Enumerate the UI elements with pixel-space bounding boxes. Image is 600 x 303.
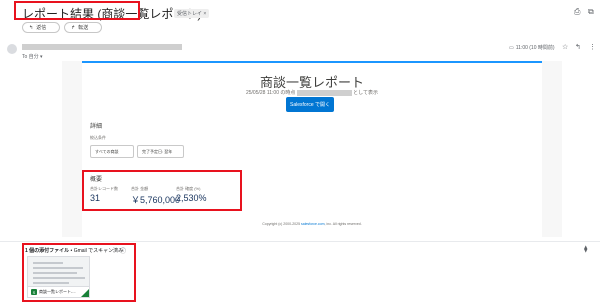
forward-button-label: 転送	[78, 25, 89, 31]
timestamp-text: 11:00 (10 時間前)	[515, 45, 555, 51]
open-in-salesforce-button[interactable]: Salesforce で開く	[286, 97, 334, 112]
filter-chip-all-opportunities: すべての商談	[90, 145, 134, 158]
salesforce-link[interactable]: salesforce.com	[301, 222, 325, 226]
copyright-prefix: Copyright (c) 2000-2025	[262, 222, 301, 226]
reply-icon[interactable]: ↰	[575, 43, 581, 51]
recipient-line[interactable]: To 自分 ▾	[22, 53, 43, 60]
sender-name-redacted	[22, 44, 182, 50]
report-line-prefix: 25/05/28 11:00 の時点	[245, 90, 296, 96]
attachments-divider	[0, 241, 600, 242]
copyright-suffix: , inc. All rights reserved.	[324, 222, 362, 226]
print-icon[interactable]: ⎙	[574, 7, 580, 17]
email-body-gutter-left	[62, 61, 82, 237]
more-icon[interactable]: ⋮	[589, 43, 596, 51]
report-line-suffix: として表示	[353, 90, 379, 96]
redacted-user	[296, 89, 352, 96]
add-to-drive-icon[interactable]: ⧫	[584, 245, 587, 253]
open-in-new-icon[interactable]: ⧉	[588, 7, 594, 17]
star-icon[interactable]: ☆	[562, 43, 568, 51]
annotation-box-attachment	[22, 243, 136, 302]
filter-chip-close-date: 完了予定日: 翌年	[137, 145, 184, 158]
copyright-line: Copyright (c) 2000-2025 salesforce.com, …	[82, 222, 542, 226]
reply-arrow-icon: ↰	[29, 24, 34, 31]
forward-button[interactable]: ↱ 転送	[64, 22, 102, 33]
annotation-box-summary	[82, 170, 242, 211]
report-timestamp-line: 25/05/28 11:00 の時点 として表示	[82, 89, 542, 96]
reply-button[interactable]: ↰ 返信	[22, 22, 60, 33]
inbox-label-chip[interactable]: 受信トレイ ×	[174, 9, 210, 18]
forward-arrow-icon: ↱	[71, 24, 76, 31]
details-heading: 詳細	[90, 124, 103, 130]
filter-criteria-label: 絞込条件	[90, 135, 106, 140]
annotation-box-subject	[14, 1, 140, 20]
message-timestamp: ▭ 11:00 (10 時間前)	[509, 44, 555, 51]
label-icon[interactable]: ▭	[509, 45, 514, 51]
reply-button-label: 返信	[36, 25, 47, 31]
sender-avatar	[7, 44, 17, 54]
email-body-gutter-right	[542, 61, 562, 237]
